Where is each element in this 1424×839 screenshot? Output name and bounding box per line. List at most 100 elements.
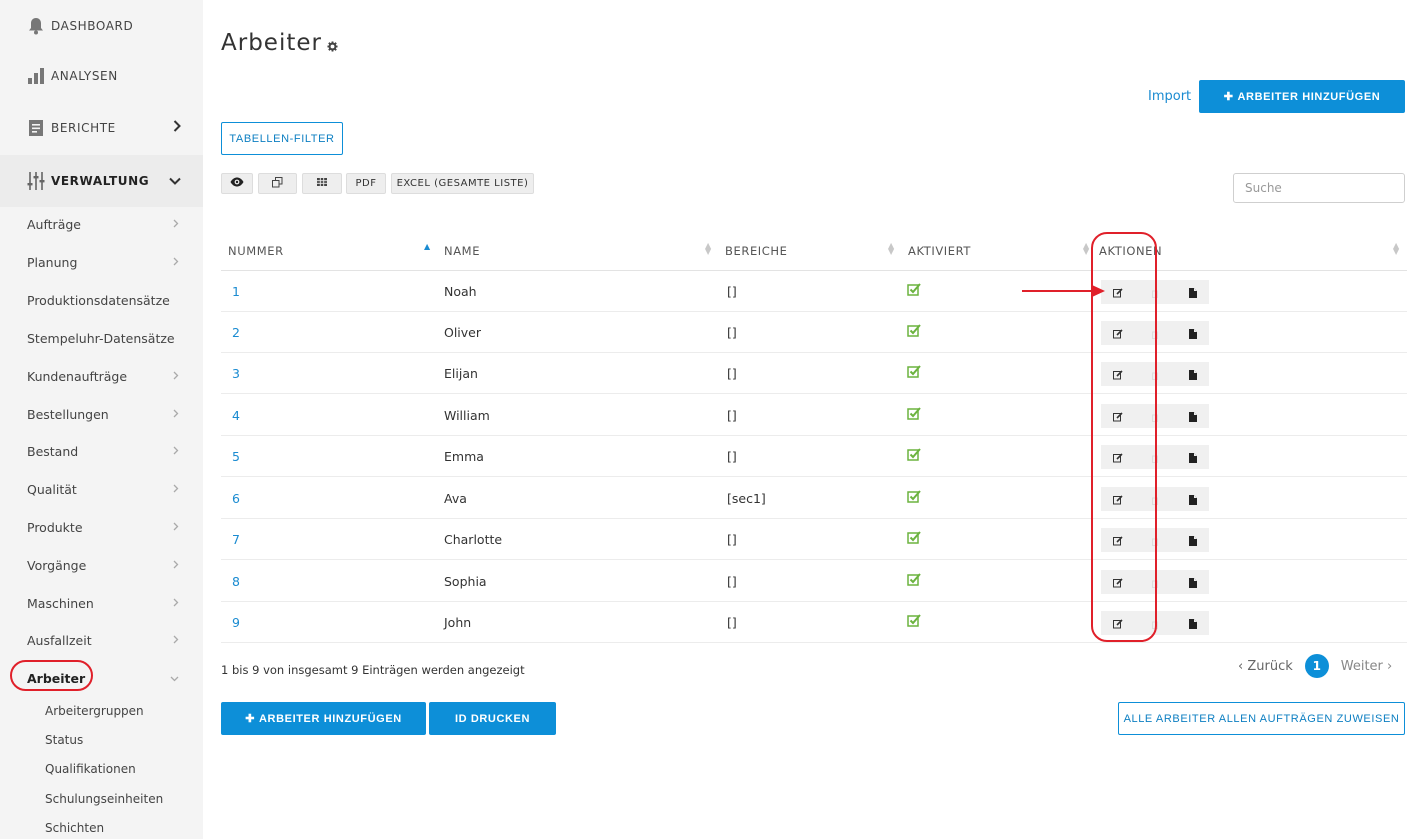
trash-icon xyxy=(1152,283,1158,302)
sidebar-subitem-status[interactable]: Status xyxy=(45,733,83,747)
checkbox-checked-icon xyxy=(907,363,921,378)
sidebar-subitem-qualifikationen[interactable]: Qualifikationen xyxy=(45,762,136,776)
sidebar-item-aufträge[interactable]: Aufträge xyxy=(0,205,203,243)
pagination-current-page[interactable]: 1 xyxy=(1304,654,1329,678)
edit-icon xyxy=(1112,490,1123,509)
delete-button[interactable] xyxy=(1134,445,1176,469)
worker-number-link[interactable]: 8 xyxy=(232,574,240,589)
column-header-bereiche[interactable]: BEREICHE xyxy=(725,244,788,258)
sidebar-item-label: Stempeluhr-Datensätze xyxy=(27,330,175,346)
column-header-name[interactable]: NAME xyxy=(444,244,480,258)
sidebar-subitem-arbeitergruppen[interactable]: Arbeitergruppen xyxy=(45,704,144,718)
assign-all-button[interactable]: ALLE ARBEITER ALLEN AUFTRÄGEN ZUWEISEN xyxy=(1118,702,1405,735)
worker-number-link[interactable]: 4 xyxy=(232,408,240,423)
document-button[interactable] xyxy=(1176,362,1209,386)
table-icon xyxy=(317,178,327,189)
edit-button[interactable] xyxy=(1101,445,1134,469)
sidebar-item-maschinen[interactable]: Maschinen xyxy=(0,584,203,622)
table-row: 9 John [] xyxy=(221,602,1407,643)
table-row: 7 Charlotte [] xyxy=(221,519,1407,560)
delete-button[interactable] xyxy=(1134,362,1176,386)
edit-icon xyxy=(1112,573,1123,592)
print-id-button[interactable]: ID DRUCKEN xyxy=(429,702,556,735)
pagination-next-label: Weiter xyxy=(1340,658,1383,674)
column-header-aktiviert[interactable]: AKTIVIERT xyxy=(908,244,971,258)
worker-number-link[interactable]: 6 xyxy=(232,491,240,506)
chevron-right-icon xyxy=(173,445,179,458)
delete-button[interactable] xyxy=(1134,404,1176,428)
edit-button[interactable] xyxy=(1101,362,1134,386)
worker-number-link[interactable]: 7 xyxy=(232,532,240,547)
search-input[interactable] xyxy=(1233,173,1405,203)
sidebar-item-produktionsdatensätze[interactable]: Produktionsdatensätze xyxy=(0,281,203,319)
copy-button[interactable] xyxy=(258,173,297,194)
worker-number-link[interactable]: 9 xyxy=(232,615,240,630)
delete-button[interactable] xyxy=(1134,321,1176,345)
sidebar-item-ausfallzeit[interactable]: Ausfallzeit xyxy=(0,621,203,659)
excel-button[interactable]: EXCEL (GESAMTE LISTE) xyxy=(391,173,534,194)
edit-button[interactable] xyxy=(1101,487,1134,511)
add-worker-button-bottom[interactable]: ✚ ARBEITER HINZUFÜGEN xyxy=(221,702,426,735)
worker-number-link[interactable]: 2 xyxy=(232,325,240,340)
csv-button[interactable] xyxy=(302,173,342,194)
document-button[interactable] xyxy=(1176,487,1209,511)
column-header-nummer[interactable]: NUMMER xyxy=(228,244,284,258)
nav-berichte[interactable]: BERICHTE xyxy=(0,102,203,154)
sidebar-item-arbeiter[interactable]: Arbeiter xyxy=(0,659,203,697)
document-button[interactable] xyxy=(1176,404,1209,428)
edit-button[interactable] xyxy=(1101,404,1134,428)
delete-button[interactable] xyxy=(1134,528,1176,552)
document-button[interactable] xyxy=(1176,445,1209,469)
delete-button[interactable] xyxy=(1134,570,1176,594)
edit-button[interactable] xyxy=(1101,321,1134,345)
pagination-next[interactable]: Weiter › xyxy=(1341,659,1393,674)
delete-button[interactable] xyxy=(1134,487,1176,511)
nav-verwaltung[interactable]: VERWALTUNG xyxy=(0,155,203,207)
column-visibility-button[interactable] xyxy=(221,173,253,194)
nav-dashboard[interactable]: DASHBOARD xyxy=(0,0,203,52)
sidebar-item-kundenaufträge[interactable]: Kundenaufträge xyxy=(0,357,203,395)
column-header-aktionen[interactable]: AKTIONEN xyxy=(1099,244,1162,258)
sidebar-item-stempeluhr-datensätze[interactable]: Stempeluhr-Datensätze xyxy=(0,319,203,357)
trash-icon xyxy=(1152,448,1158,467)
file-icon xyxy=(1188,407,1197,426)
sidebar: DASHBOARD ANALYSEN BERICHTE VERWALTUNG A… xyxy=(0,0,203,839)
sort-icon[interactable]: ▲ ▼ xyxy=(705,242,711,256)
pagination-prev[interactable]: ‹ Zurück xyxy=(1238,659,1293,674)
sidebar-subitem-schulungseinheiten[interactable]: Schulungseinheiten xyxy=(45,792,163,806)
edit-icon xyxy=(1112,365,1123,384)
document-button[interactable] xyxy=(1176,280,1209,304)
pdf-button[interactable]: PDF xyxy=(346,173,386,194)
sidebar-item-bestand[interactable]: Bestand xyxy=(0,432,203,470)
sidebar-item-planung[interactable]: Planung xyxy=(0,243,203,281)
sidebar-item-vorgänge[interactable]: Vorgänge xyxy=(0,546,203,584)
sort-icon[interactable]: ▲ ▼ xyxy=(1393,242,1399,256)
worker-number-link[interactable]: 5 xyxy=(232,449,240,464)
sidebar-subitem-schichten[interactable]: Schichten xyxy=(45,821,104,835)
add-worker-button-top-label: ARBEITER HINZUFÜGEN xyxy=(1237,90,1381,103)
sort-icon[interactable]: ▲ ▼ xyxy=(888,242,894,256)
sort-icon[interactable]: ▲ ▼ xyxy=(1083,242,1089,256)
document-button[interactable] xyxy=(1176,570,1209,594)
edit-button[interactable] xyxy=(1101,528,1134,552)
table-filter-button[interactable]: TABELLEN-FILTER xyxy=(221,122,343,155)
sidebar-item-produkte[interactable]: Produkte xyxy=(0,508,203,546)
sidebar-item-qualität[interactable]: Qualität xyxy=(0,470,203,508)
document-button[interactable] xyxy=(1176,321,1209,345)
sort-asc-icon[interactable]: ▲ xyxy=(424,243,430,251)
worker-areas: [] xyxy=(727,615,737,630)
worker-number-link[interactable]: 3 xyxy=(232,366,240,381)
add-worker-button-top[interactable]: ✚ ARBEITER HINZUFÜGEN xyxy=(1199,80,1405,113)
edit-button[interactable] xyxy=(1101,570,1134,594)
nav-analysen[interactable]: ANALYSEN xyxy=(0,50,203,102)
document-button[interactable] xyxy=(1176,528,1209,552)
sidebar-item-bestellungen[interactable]: Bestellungen xyxy=(0,395,203,433)
delete-button[interactable] xyxy=(1134,611,1176,635)
gear-icon[interactable] xyxy=(327,41,338,55)
worker-name: Emma xyxy=(444,449,484,464)
worker-number-link[interactable]: 1 xyxy=(232,284,240,299)
import-link[interactable]: Import xyxy=(1148,89,1191,104)
edit-button[interactable] xyxy=(1101,611,1134,635)
delete-button[interactable] xyxy=(1134,280,1176,304)
document-button[interactable] xyxy=(1176,611,1209,635)
